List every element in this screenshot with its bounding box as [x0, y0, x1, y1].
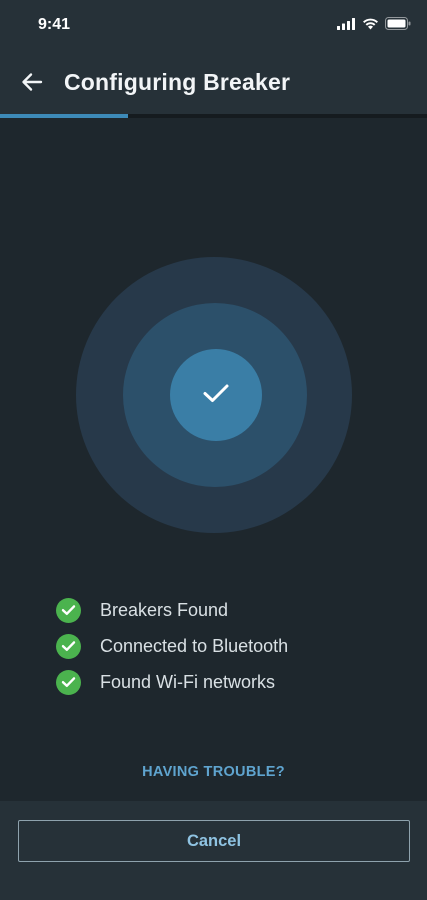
check-circle-icon	[56, 669, 81, 695]
check-circle-icon	[56, 597, 81, 623]
checklist-item-label: Breakers Found	[100, 599, 229, 620]
status-time: 9:41	[38, 16, 71, 33]
checklist-item: Found Wi-Fi networks	[56, 664, 396, 700]
status-icons	[337, 17, 411, 35]
arrow-left-icon	[21, 72, 43, 97]
battery-icon	[385, 17, 411, 35]
back-button[interactable]	[14, 66, 50, 102]
having-trouble-link[interactable]: HAVING TROUBLE?	[0, 764, 427, 780]
progress-bar	[0, 114, 427, 118]
progress-checklist: Breakers Found Connected to Bluetooth Fo…	[56, 592, 396, 700]
checkmark-icon	[201, 381, 231, 410]
wifi-icon	[362, 17, 379, 35]
page-title: Configuring Breaker	[64, 69, 291, 95]
checklist-item: Breakers Found	[56, 592, 396, 628]
status-graphic	[76, 257, 352, 533]
progress-fill	[0, 114, 129, 118]
app-bar: Configuring Breaker	[0, 52, 427, 114]
check-circle-icon	[56, 633, 81, 659]
checklist-item: Connected to Bluetooth	[56, 628, 396, 664]
cancel-button[interactable]: Cancel	[18, 820, 410, 862]
checklist-item-label: Found Wi-Fi networks	[100, 671, 276, 692]
inner-ring	[170, 349, 262, 441]
checklist-item-label: Connected to Bluetooth	[100, 635, 289, 656]
signal-icon	[337, 17, 356, 35]
status-bar: 9:41	[0, 0, 427, 52]
bottom-bar: Cancel	[0, 801, 427, 900]
